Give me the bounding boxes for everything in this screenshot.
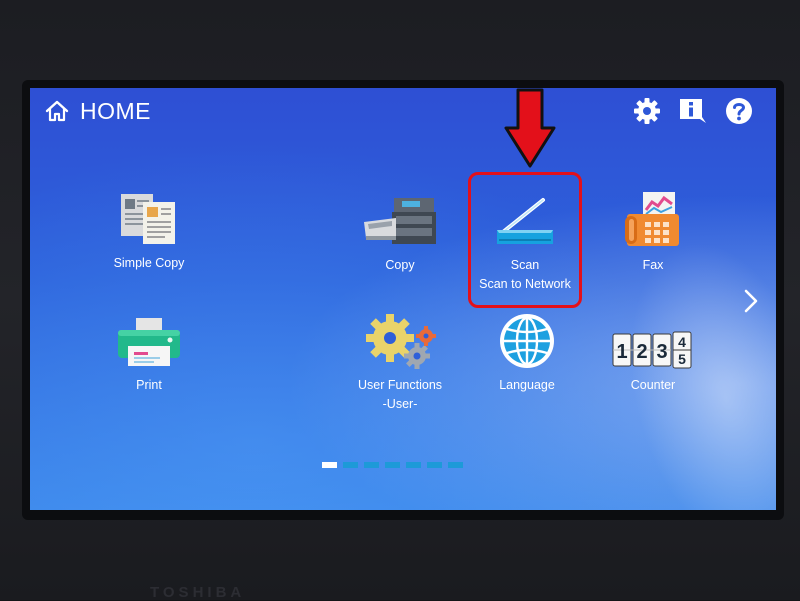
globe-icon [500,314,554,368]
next-page-button[interactable] [742,288,760,319]
printer-icon [118,318,180,366]
information-icon [680,99,706,123]
page-title: HOME [80,97,151,124]
device-brand: TOSHIBA [150,584,246,601]
settings-gear-icon [634,98,660,124]
copy-tile[interactable]: Copy [355,188,445,275]
print-tile[interactable]: Print [102,314,196,395]
help-button[interactable] [724,96,754,126]
counter-digit: 5 [678,351,686,367]
fax-icon [625,192,679,246]
counter-digit: 4 [678,334,686,350]
header-toolbar [632,96,754,126]
tile-label: Counter [630,378,676,392]
gears-icon [366,314,436,369]
page-dot[interactable] [343,462,358,468]
home-header[interactable]: HOME [44,98,151,124]
help-icon [726,98,752,124]
down-arrow-icon [504,88,556,168]
counter-tile[interactable]: 1 2 3 4 5 Counter [604,314,702,395]
tile-sublabel: -User- [382,397,418,411]
tile-label: Print [136,378,162,392]
scan-highlight-box [468,172,582,308]
home-icon [45,100,69,122]
tile-label: User Functions [357,378,443,392]
tile-label: Simple Copy [113,256,185,270]
settings-button[interactable] [632,96,662,126]
language-tile[interactable]: Language [480,312,574,395]
copier-icon [364,198,436,244]
page-dot[interactable] [406,462,421,468]
page-dot[interactable] [427,462,442,468]
tile-label: Language [499,378,555,392]
counter-digit: 2 [636,341,647,363]
simple-copy-icon [121,194,175,244]
page-dot[interactable] [448,462,463,468]
counter-digit: 1 [616,341,627,363]
counter-icon: 1 2 3 4 5 [612,331,692,369]
counter-digit: 3 [656,341,667,363]
simple-copy-tile[interactable]: Simple Copy [102,188,196,273]
tile-label: Copy [385,258,415,272]
information-button[interactable] [678,96,708,126]
tile-label: Fax [642,258,664,272]
page-dot[interactable] [385,462,400,468]
page-indicator [322,462,463,468]
user-functions-tile[interactable]: User Functions -User- [348,310,452,414]
page-dot[interactable] [322,462,337,468]
fax-tile[interactable]: Fax [608,188,698,275]
page-dot[interactable] [364,462,379,468]
touch-screen: HOME Simple Copy Copy Scan Scan to Netwo… [30,88,776,510]
chevron-right-icon [744,289,758,313]
